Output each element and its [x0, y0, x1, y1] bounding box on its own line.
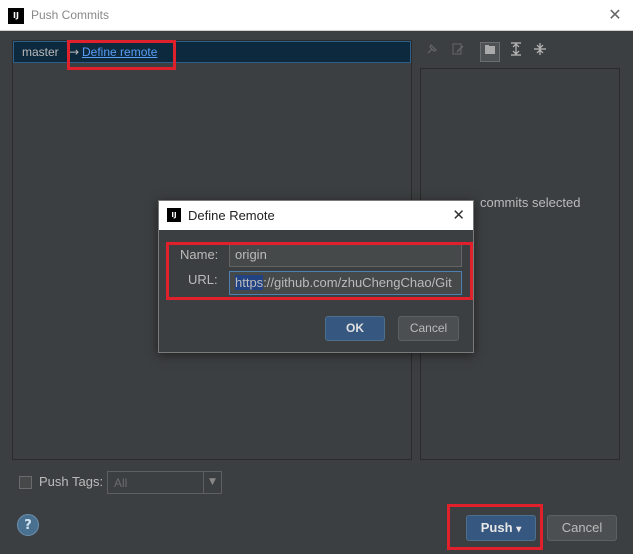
window-titlebar: IJ Push Commits ✕ — [0, 0, 633, 31]
highlight-box-push — [447, 504, 543, 550]
highlight-box-fields — [166, 242, 473, 300]
pin-icon[interactable] — [422, 42, 442, 62]
dialog-titlebar: IJ Define Remote ✕ — [159, 201, 473, 230]
push-tags-label: Push Tags: — [39, 474, 104, 489]
dialog-title: Define Remote — [188, 208, 275, 223]
window-title: Push Commits — [31, 8, 110, 22]
push-tags-combo[interactable]: All ▼ — [107, 471, 222, 494]
chevron-down-icon: ▼ — [203, 472, 221, 493]
local-branch-name: master — [22, 45, 59, 59]
no-commits-selected-text: commits selected — [480, 195, 581, 210]
ok-button[interactable]: OK — [325, 316, 385, 341]
intellij-logo-icon: IJ — [8, 8, 24, 24]
expand-all-icon[interactable] — [506, 42, 526, 62]
cancel-button[interactable]: Cancel — [547, 515, 617, 541]
edit-source-icon[interactable] — [448, 42, 468, 62]
help-icon[interactable]: ? — [17, 514, 39, 536]
highlight-box-define-remote — [67, 40, 176, 70]
intellij-logo-icon: IJ — [167, 208, 181, 222]
dialog-cancel-button[interactable]: Cancel — [398, 316, 459, 341]
collapse-all-icon[interactable] — [530, 42, 550, 62]
push-tags-checkbox[interactable] — [19, 476, 32, 489]
close-icon[interactable]: ✕ — [452, 205, 465, 225]
push-tags-combo-value: All — [114, 476, 128, 490]
group-by-directory-icon[interactable] — [480, 42, 500, 62]
close-icon[interactable]: ✕ — [605, 5, 625, 25]
